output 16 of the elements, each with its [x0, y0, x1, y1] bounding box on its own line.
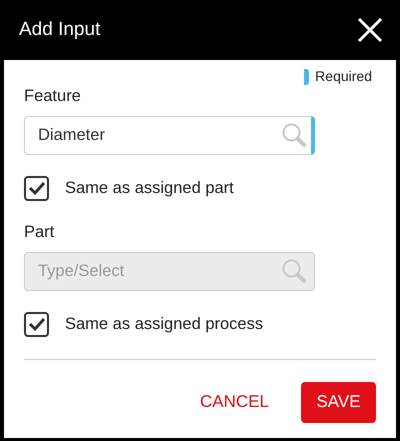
- checkmark-icon: [28, 316, 46, 332]
- checkbox[interactable]: [24, 176, 49, 201]
- checkmark-icon: [28, 180, 46, 196]
- field-label: Part: [24, 222, 54, 243]
- close-icon[interactable]: [356, 16, 384, 44]
- save-button[interactable]: SAVE: [301, 382, 376, 422]
- dialog-title: Add Input: [19, 18, 100, 42]
- search-field[interactable]: Diameter: [24, 116, 315, 155]
- required-marker-icon: [304, 68, 310, 84]
- legend-label: Required: [315, 67, 372, 86]
- search-icon: [281, 258, 307, 284]
- cancel-button[interactable]: CANCEL: [200, 382, 269, 422]
- checkbox-label: Same as assigned process: [65, 314, 264, 335]
- search-icon: [281, 122, 307, 148]
- checkbox-label: Same as assigned part: [65, 178, 234, 199]
- field-label: Feature: [24, 86, 81, 107]
